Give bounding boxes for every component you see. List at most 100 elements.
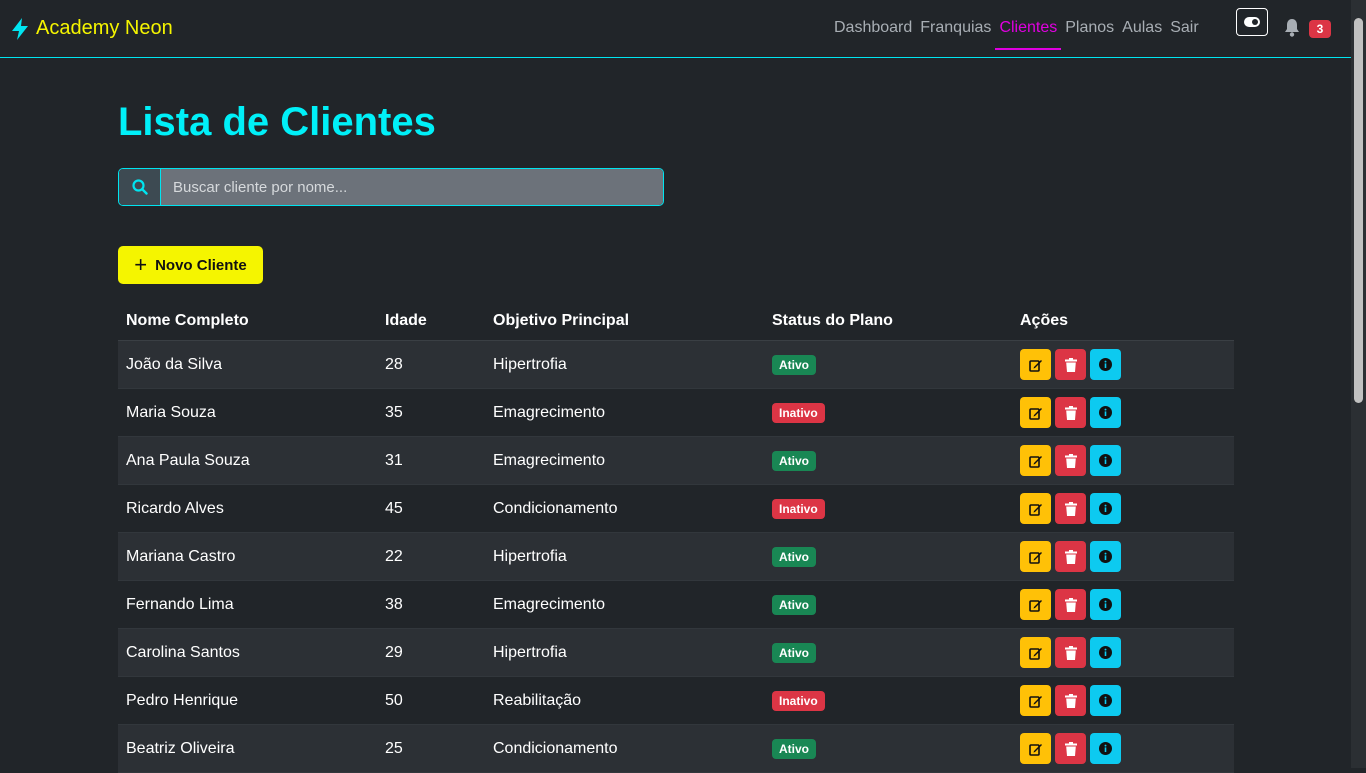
top-navbar: Academy Neon Dashboard Franquias Cliente… — [0, 0, 1351, 58]
delete-button[interactable] — [1055, 733, 1086, 764]
new-client-button[interactable]: + Novo Cliente — [118, 246, 263, 284]
status-badge: Inativo — [772, 498, 825, 519]
theme-toggle-button[interactable] — [1236, 8, 1268, 36]
table-row: Ricardo Alves 45 Condicionamento Inativo — [118, 484, 1234, 533]
search-input[interactable] — [161, 169, 663, 205]
info-icon — [1099, 550, 1112, 563]
cell-goal: Emagrecimento — [485, 388, 764, 437]
delete-button[interactable] — [1055, 589, 1086, 620]
table-row: João da Silva 28 Hipertrofia Ativo — [118, 340, 1234, 389]
info-icon — [1099, 694, 1112, 707]
info-button[interactable] — [1090, 349, 1121, 380]
status-badge: Ativo — [772, 546, 816, 567]
header-objetivo: Objetivo Principal — [485, 302, 764, 341]
edit-icon — [1028, 407, 1042, 420]
nav-link-clientes[interactable]: Clientes — [995, 0, 1062, 50]
info-button[interactable] — [1090, 397, 1121, 428]
scrollbar-thumb[interactable] — [1354, 18, 1363, 403]
table-row: Ana Paula Souza 31 Emagrecimento Ativo — [118, 436, 1234, 485]
edit-button[interactable] — [1020, 541, 1051, 572]
brand-name: Academy Neon — [36, 17, 173, 39]
table-row: Fernando Lima 38 Emagrecimento Ativo — [118, 580, 1234, 629]
bolt-icon — [12, 17, 28, 40]
info-icon — [1099, 406, 1112, 419]
edit-button[interactable] — [1020, 637, 1051, 668]
info-button[interactable] — [1090, 685, 1121, 716]
cell-name: Beatriz Oliveira — [118, 724, 377, 773]
search-group — [118, 168, 664, 206]
cell-name: Maria Souza — [118, 388, 377, 437]
delete-button[interactable] — [1055, 397, 1086, 428]
edit-button[interactable] — [1020, 733, 1051, 764]
delete-button[interactable] — [1055, 685, 1086, 716]
edit-button[interactable] — [1020, 445, 1051, 476]
header-idade: Idade — [377, 302, 485, 341]
cell-status: Inativo — [764, 676, 1012, 725]
info-button[interactable] — [1090, 637, 1121, 668]
info-button[interactable] — [1090, 445, 1121, 476]
cell-age: 22 — [377, 532, 485, 581]
info-icon — [1099, 358, 1112, 371]
info-button[interactable] — [1090, 541, 1121, 572]
edit-icon — [1028, 599, 1042, 612]
cell-age: 45 — [377, 484, 485, 533]
cell-goal: Hipertrofia — [485, 532, 764, 581]
header-status: Status do Plano — [764, 302, 1012, 341]
edit-button[interactable] — [1020, 397, 1051, 428]
delete-button[interactable] — [1055, 493, 1086, 524]
trash-icon — [1064, 741, 1077, 756]
trash-icon — [1064, 501, 1077, 516]
cell-name: Ana Paula Souza — [118, 436, 377, 485]
edit-icon — [1028, 455, 1042, 468]
status-badge: Ativo — [772, 738, 816, 759]
cell-actions — [1012, 724, 1234, 773]
bell-icon[interactable] — [1284, 19, 1300, 37]
delete-button[interactable] — [1055, 637, 1086, 668]
scrollbar[interactable] — [1351, 0, 1366, 768]
delete-button[interactable] — [1055, 349, 1086, 380]
nav-link-planos[interactable]: Planos — [1061, 0, 1118, 50]
info-button[interactable] — [1090, 733, 1121, 764]
delete-button[interactable] — [1055, 445, 1086, 476]
cell-actions — [1012, 532, 1234, 581]
clients-table: Nome Completo Idade Objetivo Principal S… — [118, 302, 1234, 773]
cell-goal: Reabilitação — [485, 676, 764, 725]
info-button[interactable] — [1090, 493, 1121, 524]
cell-age: 29 — [377, 628, 485, 677]
table-row: Pedro Henrique 50 Reabilitação Inativo — [118, 676, 1234, 725]
table-row: Mariana Castro 22 Hipertrofia Ativo — [118, 532, 1234, 581]
nav-link-franquias[interactable]: Franquias — [916, 0, 995, 50]
edit-button[interactable] — [1020, 685, 1051, 716]
page-title: Lista de Clientes — [118, 100, 436, 144]
nav-link-aulas[interactable]: Aulas — [1118, 0, 1166, 50]
table-row: Maria Souza 35 Emagrecimento Inativo — [118, 388, 1234, 437]
cell-actions — [1012, 340, 1234, 389]
table-row: Beatriz Oliveira 25 Condicionamento Ativo — [118, 724, 1234, 773]
edit-button[interactable] — [1020, 493, 1051, 524]
edit-icon — [1028, 551, 1042, 564]
trash-icon — [1064, 453, 1077, 468]
cell-goal: Hipertrofia — [485, 340, 764, 389]
cell-name: Pedro Henrique — [118, 676, 377, 725]
cell-age: 50 — [377, 676, 485, 725]
search-button[interactable] — [119, 169, 161, 205]
edit-button[interactable] — [1020, 349, 1051, 380]
trash-icon — [1064, 645, 1077, 660]
table-row: Carolina Santos 29 Hipertrofia Ativo — [118, 628, 1234, 677]
info-icon — [1099, 502, 1112, 515]
info-icon — [1099, 646, 1112, 659]
status-badge: Ativo — [772, 594, 816, 615]
info-button[interactable] — [1090, 589, 1121, 620]
delete-button[interactable] — [1055, 541, 1086, 572]
brand[interactable]: Academy Neon — [10, 17, 173, 40]
info-icon — [1099, 742, 1112, 755]
cell-actions — [1012, 388, 1234, 437]
status-badge: Inativo — [772, 690, 825, 711]
nav-link-sair[interactable]: Sair — [1166, 0, 1202, 50]
edit-button[interactable] — [1020, 589, 1051, 620]
cell-status: Ativo — [764, 340, 1012, 389]
cell-name: Fernando Lima — [118, 580, 377, 629]
cell-actions — [1012, 676, 1234, 725]
nav-link-dashboard[interactable]: Dashboard — [830, 0, 916, 50]
nav-links: Dashboard Franquias Clientes Planos Aula… — [830, 0, 1203, 58]
